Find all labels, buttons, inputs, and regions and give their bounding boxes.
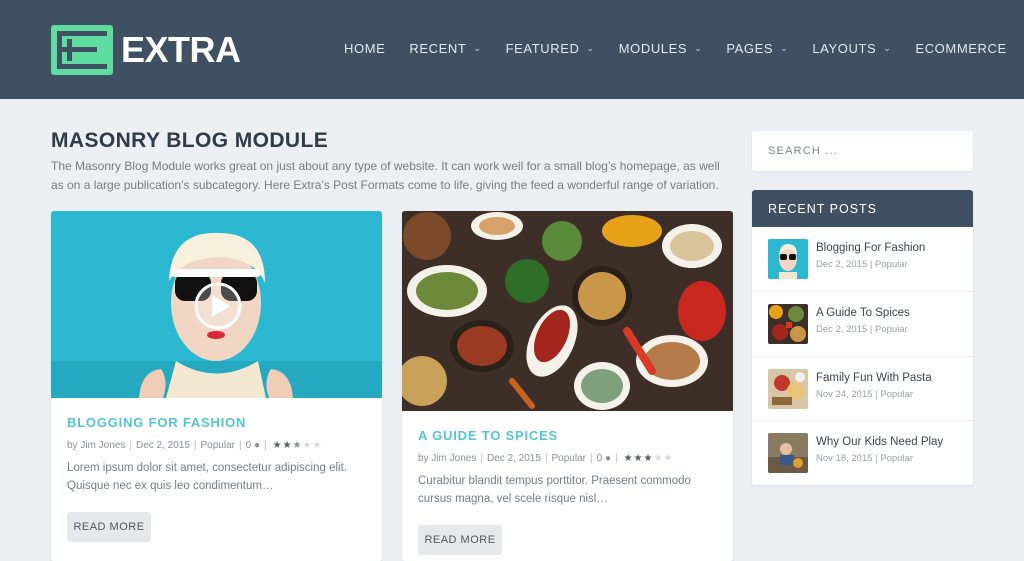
post-author[interactable]: by Jim Jones xyxy=(418,453,476,464)
comment-icon: ● xyxy=(604,453,611,464)
logo-text: EXTRA xyxy=(121,29,241,70)
post-thumbnail[interactable] xyxy=(768,239,808,279)
page-title: MASONRY BLOG MODULE xyxy=(51,129,329,152)
post-category[interactable]: Popular xyxy=(201,440,235,451)
recent-post-meta: Nov 18, 2015 | Popular xyxy=(816,453,914,464)
star-icon: ★ xyxy=(643,453,653,464)
post-title-link[interactable]: A GUIDE TO SPICES xyxy=(418,428,558,443)
search-input[interactable]: SEARCH ... xyxy=(752,131,973,171)
chevron-down-icon: ⌄ xyxy=(694,43,703,53)
recent-post-item[interactable]: Why Our Kids Need Play Nov 18, 2015 | Po… xyxy=(752,420,973,485)
post-card-spices: A GUIDE TO SPICES by Jim Jones | Dec 2, 2… xyxy=(402,211,733,561)
recent-post-title[interactable]: Why Our Kids Need Play xyxy=(816,436,943,448)
chevron-down-icon: ⌄ xyxy=(473,43,482,53)
nav-label: PAGES xyxy=(726,41,774,56)
chevron-down-icon: ⌄ xyxy=(780,43,789,53)
fashion-photo-image xyxy=(51,211,382,398)
post-author[interactable]: by Jim Jones xyxy=(67,440,125,451)
post-title-link[interactable]: BLOGGING FOR FASHION xyxy=(67,415,246,430)
rating-stars: ★ ★ ★ ★ ★ xyxy=(273,440,323,451)
site-logo[interactable]: EXTRA xyxy=(51,25,241,75)
nav-featured[interactable]: FEATURED ⌄ xyxy=(506,41,595,56)
post-meta: by Jim Jones | Dec 2, 2015 | Popular | 0 ● |… xyxy=(67,440,322,451)
post-date: Dec 2, 2015 xyxy=(135,440,190,451)
nav-home[interactable]: HOME xyxy=(344,41,385,56)
star-icon: ★ xyxy=(633,453,643,464)
recent-post-item[interactable]: Blogging For Fashion Dec 2, 2015 | Popul… xyxy=(752,227,973,292)
nav-label: LAYOUTS xyxy=(812,41,877,56)
post-thumbnail[interactable] xyxy=(768,433,808,473)
recent-post-title[interactable]: Blogging For Fashion xyxy=(816,242,925,254)
recent-post-title[interactable]: A Guide To Spices xyxy=(816,307,910,319)
comment-count[interactable]: 0 xyxy=(246,440,252,451)
star-icon: ★ xyxy=(272,440,282,451)
post-meta: by Jim Jones | Dec 2, 2015 | Popular | 0 ● |… xyxy=(418,453,673,464)
nav-recent[interactable]: RECENT ⌄ xyxy=(409,41,481,56)
nav-label: RECENT xyxy=(409,41,467,56)
nav-label: ECOMMERCE xyxy=(915,41,1007,56)
post-date: Dec 2, 2015 xyxy=(486,453,541,464)
nav-pages[interactable]: PAGES ⌄ xyxy=(726,41,788,56)
post-thumbnail[interactable] xyxy=(768,369,808,409)
nav-label: FEATURED xyxy=(505,41,580,56)
recent-post-meta: Dec 2, 2015 | Popular xyxy=(816,259,908,270)
recent-post-title[interactable]: Family Fun With Pasta xyxy=(816,372,932,384)
star-icon: ★ xyxy=(653,453,663,464)
nav-label: HOME xyxy=(344,41,386,56)
post-image[interactable] xyxy=(51,211,382,398)
star-icon: ★ xyxy=(663,453,673,464)
read-more-button[interactable]: READ MORE xyxy=(67,512,151,542)
star-icon: ★ xyxy=(282,440,292,451)
chevron-down-icon: ⌄ xyxy=(586,43,595,53)
post-card-fashion: BLOGGING FOR FASHION by Jim Jones | Dec 2… xyxy=(51,211,382,561)
comment-count[interactable]: 0 xyxy=(597,453,603,464)
post-thumbnail[interactable] xyxy=(768,304,808,344)
recent-post-item[interactable]: A Guide To Spices Dec 2, 2015 | Popular xyxy=(752,291,973,356)
star-icon: ★ xyxy=(312,440,322,451)
read-more-button[interactable]: READ MORE xyxy=(418,525,502,555)
nav-ecommerce[interactable]: ECOMMERCE xyxy=(915,41,1006,56)
rating-stars: ★ ★ ★ ★ ★ xyxy=(624,453,674,464)
post-image[interactable] xyxy=(402,211,733,411)
post-excerpt: Lorem ipsum dolor sit amet, consectetur … xyxy=(67,462,347,492)
main-nav: HOME RECENT ⌄ FEATURED ⌄ MODULES ⌄ PAGES ⌄ L… xyxy=(344,41,1024,56)
comment-icon: ● xyxy=(253,440,260,451)
recent-posts-widget: RECENT POSTS Blogging For Fashion Dec 2,… xyxy=(752,190,973,485)
page-description: The Masonry Blog Module works great on j… xyxy=(51,159,720,192)
nav-modules[interactable]: MODULES ⌄ xyxy=(619,41,703,56)
post-category[interactable]: Popular xyxy=(552,453,586,464)
recent-post-item[interactable]: Family Fun With Pasta Nov 24, 2015 | Pop… xyxy=(752,356,973,421)
post-excerpt: Curabitur blandit tempus porttitor. Prae… xyxy=(418,475,691,505)
star-icon: ★ xyxy=(623,453,633,464)
recent-post-meta: Nov 24, 2015 | Popular xyxy=(816,389,914,400)
nav-layouts[interactable]: LAYOUTS ⌄ xyxy=(812,41,891,56)
site-header: EXTRA HOME RECENT ⌄ FEATURED ⌄ MODULES ⌄ PA… xyxy=(0,0,1024,99)
nav-label: MODULES xyxy=(618,41,688,56)
star-icon: ★ xyxy=(302,440,312,451)
recent-post-meta: Dec 2, 2015 | Popular xyxy=(816,324,908,335)
extra-logo-icon xyxy=(51,25,113,75)
star-half-icon: ★ xyxy=(292,440,302,451)
recent-posts-title: RECENT POSTS xyxy=(752,190,973,227)
spices-photo-image xyxy=(402,211,733,411)
chevron-down-icon: ⌄ xyxy=(883,43,892,53)
